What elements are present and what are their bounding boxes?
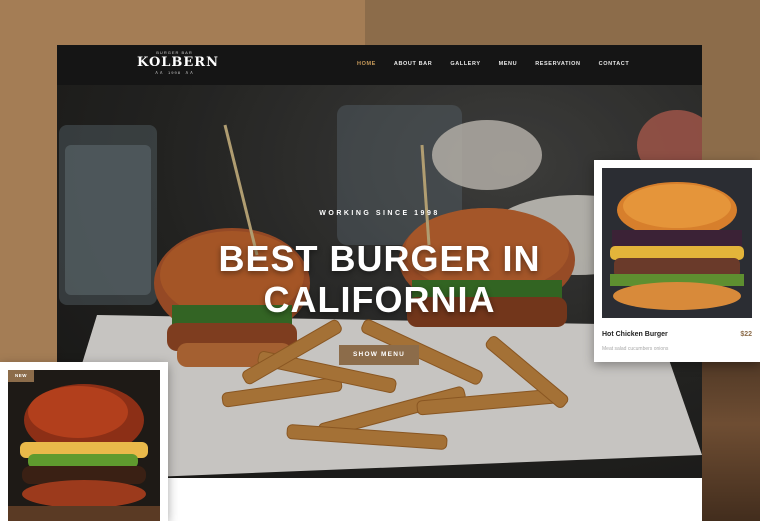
top-navbar: BURGER BAR KOLBERN 1998 HOME ABOUT BAR G… (57, 45, 702, 85)
new-product-card[interactable]: NEW (0, 362, 168, 521)
new-badge: NEW (8, 370, 34, 382)
nav-item-about-bar[interactable]: ABOUT BAR (394, 61, 432, 67)
product-name: Hot Chicken Burger (602, 331, 668, 338)
product-photo (602, 168, 752, 318)
nav-item-home[interactable]: HOME (357, 61, 376, 67)
main-nav: HOME ABOUT BAR GALLERY MENU RESERVATION … (357, 61, 647, 67)
brand-logo[interactable]: BURGER BAR KOLBERN 1998 (137, 50, 219, 76)
logo-name: KOLBERN (137, 55, 219, 70)
hero-headline-line2: CALIFORNIA (263, 279, 496, 320)
nav-item-gallery[interactable]: GALLERY (450, 61, 480, 67)
burger-photo (602, 168, 752, 318)
show-menu-button[interactable]: SHOW MENU (339, 345, 419, 365)
nav-item-contact[interactable]: CONTACT (599, 61, 630, 67)
product-card[interactable]: Hot Chicken Burger $22 Meat salad cucumb… (594, 160, 760, 362)
hero-headline-line1: BEST BURGER IN (218, 238, 541, 279)
logo-year: 1998 (137, 70, 212, 76)
background-photo-strip (700, 360, 760, 521)
burger-photo-new (8, 370, 160, 521)
nav-item-reservation[interactable]: RESERVATION (535, 61, 580, 67)
nav-item-menu[interactable]: MENU (499, 61, 518, 67)
new-product-photo (8, 370, 160, 521)
product-price: $22 (740, 331, 752, 338)
product-description: Meat salad cucumbers onions (602, 346, 669, 352)
